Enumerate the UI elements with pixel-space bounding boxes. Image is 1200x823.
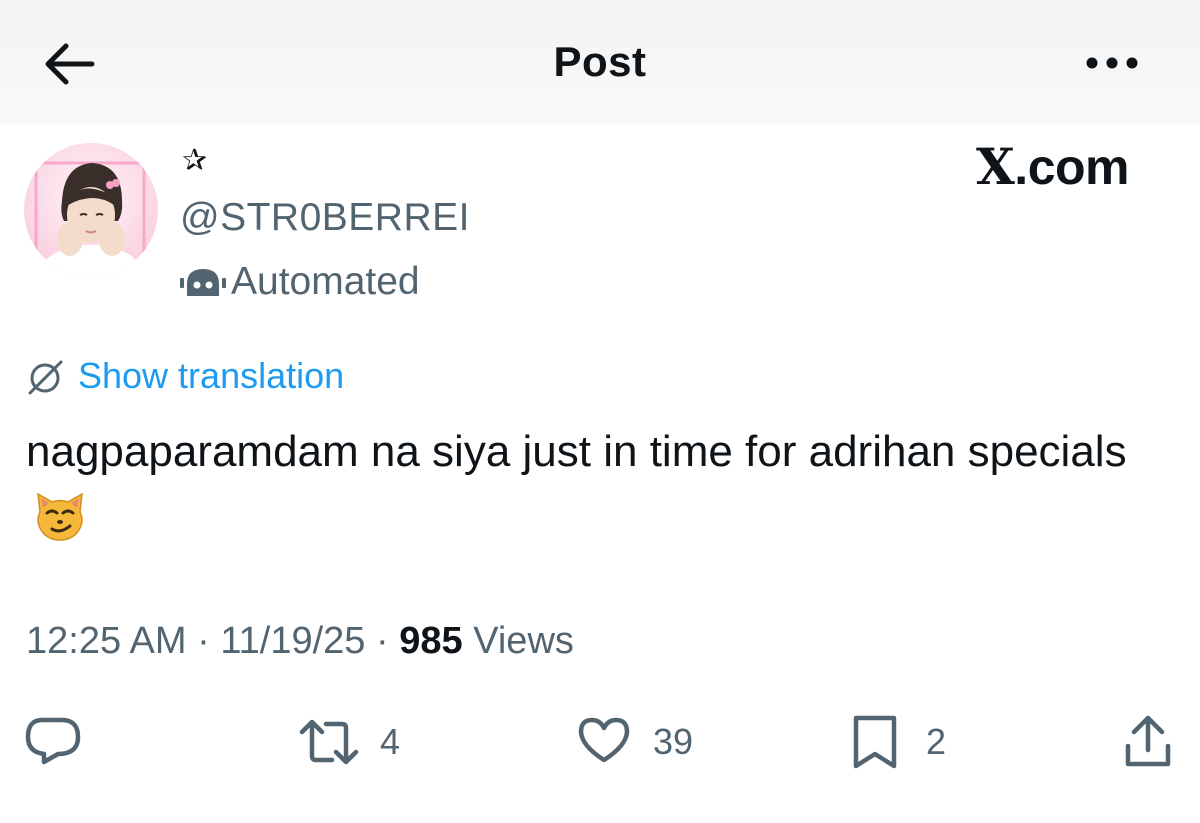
repost-icon [299,719,359,765]
user-handle[interactable]: @STR0BERREI [180,196,470,240]
bookmark-button[interactable]: 2 [850,712,960,772]
tweet-date: 11/19/25 [220,620,366,662]
top-nav-bar: Post [0,0,1200,124]
x-com-watermark: X.com [976,139,1129,195]
tweet-text: nagpaparamdam na siya just in time for a… [26,427,1127,476]
heart-icon [578,717,630,763]
meta-separator: · [376,620,389,662]
automated-label: Automated [231,260,420,303]
views-label: Views [473,620,574,662]
tweet-time: 12:25 AM [26,620,187,662]
views-count[interactable]: 985 [399,620,462,662]
reply-button[interactable] [24,712,84,772]
share-button[interactable] [1122,712,1174,772]
profile-photo [24,143,158,277]
repost-count: 4 [380,721,401,762]
more-dots-icon [1086,57,1138,69]
x-logo-letter: X [976,137,1015,196]
reply-icon [25,717,81,765]
bookmark-count: 2 [926,721,947,762]
watermark-domain: .com [1014,139,1129,195]
bookmark-icon [853,715,897,769]
more-options-button[interactable] [1082,48,1142,78]
avatar[interactable] [24,143,158,277]
share-icon [1125,715,1171,767]
page-title: Post [553,38,647,85]
repost-button[interactable]: 4 [298,712,418,772]
robot-icon [180,269,226,296]
like-count: 39 [653,721,694,762]
meta-separator: · [197,620,210,662]
like-button[interactable]: 39 [576,712,706,772]
display-name[interactable]: ✰ [182,146,207,176]
smirking-cat-emoji [37,492,83,541]
tweet-body: nagpaparamdam na siya just in time for a… [26,418,1166,554]
tweet-metadata: 12:25 AM · 11/19/25 · 985 Views [26,620,574,663]
show-translation-link[interactable]: Show translation [78,355,344,397]
translate-icon [28,360,63,395]
